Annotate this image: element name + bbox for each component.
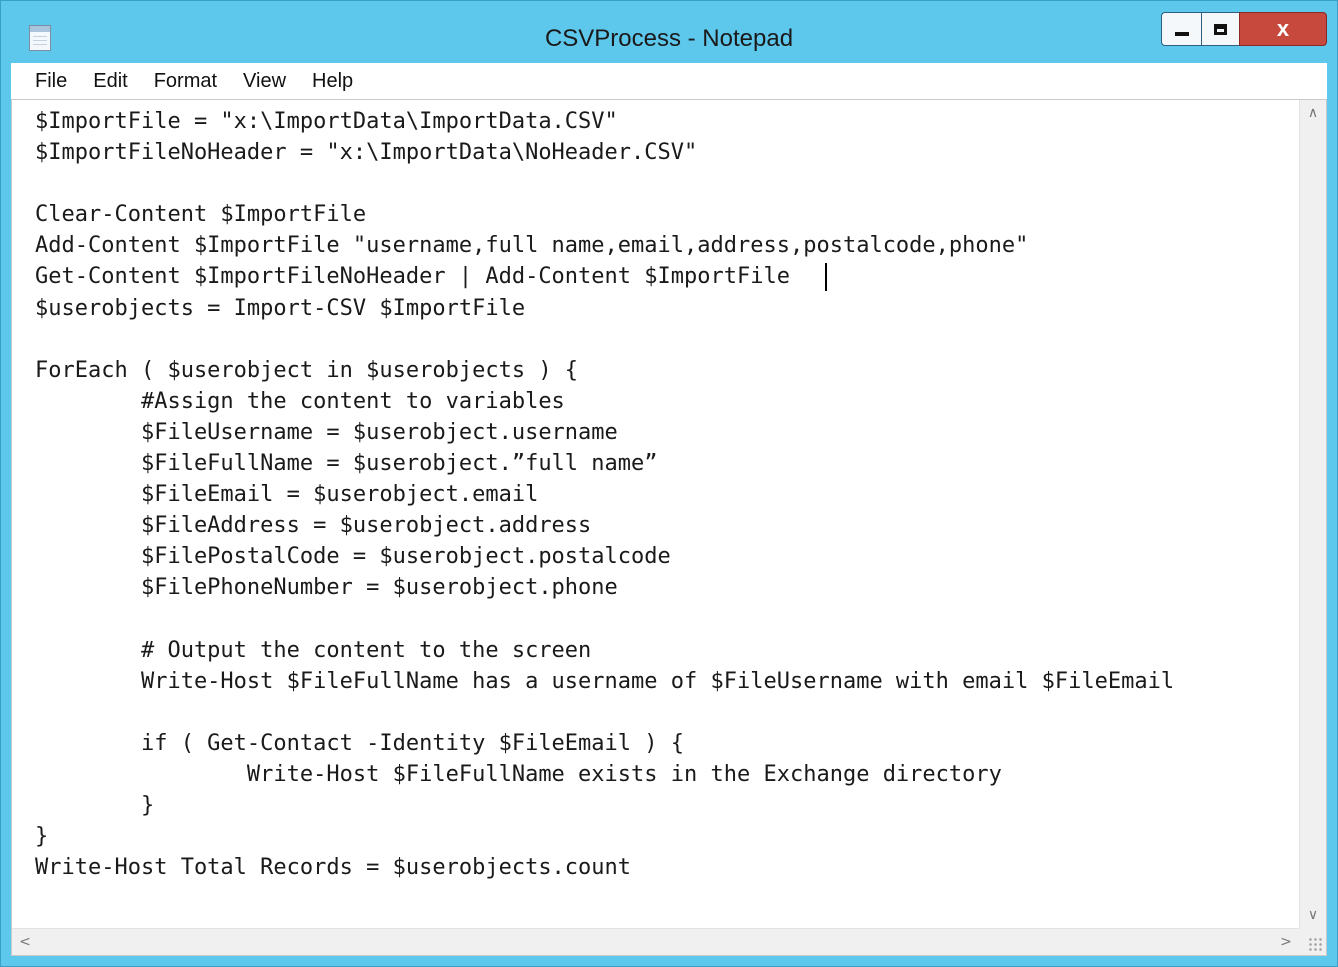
menu-help[interactable]: Help: [298, 70, 365, 93]
code-line: Clear-Content $ImportFile: [35, 202, 367, 228]
maximize-icon: [1214, 23, 1227, 35]
text-editor[interactable]: $ImportFile = "x:\ImportData\ImportData.…: [12, 100, 1299, 928]
window-title: CSVProcess - Notepad: [544, 25, 794, 52]
code-line: Write-Host $FileFullName has a username …: [35, 668, 1175, 694]
code-line: $ImportFile = "x:\ImportData\ImportData.…: [35, 109, 618, 134]
notepad-window: CSVProcess - Notepad x File Edit Format …: [0, 0, 1338, 967]
window-controls: x: [1161, 12, 1327, 46]
menu-view[interactable]: View: [229, 70, 298, 93]
scroll-down-icon[interactable]: ∨: [1300, 902, 1326, 928]
scroll-up-icon[interactable]: ∧: [1300, 100, 1326, 126]
maximize-button[interactable]: [1201, 12, 1239, 46]
code-line: $FileAddress = $userobject.address: [35, 513, 592, 539]
vertical-scrollbar[interactable]: ∧ ∨: [1299, 100, 1326, 928]
code-line: #Assign the content to variables: [35, 388, 565, 414]
code-line: if ( Get-Contact -Identity $FileEmail ) …: [35, 730, 685, 756]
code-line: $FileEmail = $userobject.email: [35, 482, 539, 508]
editor-area: $ImportFile = "x:\ImportData\ImportData.…: [11, 99, 1327, 956]
menu-bar: File Edit Format View Help: [11, 63, 1327, 99]
menu-edit[interactable]: Edit: [79, 70, 139, 93]
horizontal-scrollbar[interactable]: < >: [12, 928, 1299, 955]
code-line: }: [35, 824, 49, 850]
code-line: }: [35, 793, 155, 819]
code-line: Add-Content $ImportFile "username,full n…: [35, 233, 1029, 259]
resize-grip-icon[interactable]: [1299, 928, 1326, 955]
scroll-left-icon[interactable]: <: [12, 929, 38, 955]
close-button[interactable]: x: [1239, 12, 1327, 46]
code-line: $ImportFileNoHeader = "x:\ImportData\NoH…: [35, 140, 698, 166]
code-line: $FilePostalCode = $userobject.postalcode: [35, 544, 671, 570]
menu-file[interactable]: File: [21, 70, 79, 93]
code-line: $FilePhoneNumber = $userobject.phone: [35, 575, 618, 601]
menu-format[interactable]: Format: [140, 70, 229, 93]
editor-text[interactable]: $ImportFile = "x:\ImportData\ImportData.…: [12, 100, 1299, 883]
minimize-button[interactable]: [1161, 12, 1201, 46]
code-line: $userobjects = Import-CSV $ImportFile: [35, 295, 526, 321]
title-bar[interactable]: CSVProcess - Notepad x: [1, 1, 1337, 63]
scroll-right-icon[interactable]: >: [1273, 929, 1299, 955]
code-line: $FileFullName = $userobject.”full name”: [35, 451, 658, 477]
code-line: # Output the content to the screen: [35, 637, 592, 663]
code-line: Write-Host $FileFullName exists in the E…: [35, 761, 1002, 787]
code-line: ForEach ( $userobject in $userobjects ) …: [35, 357, 579, 383]
code-line: $FileUsername = $userobject.username: [35, 419, 618, 445]
minimize-icon: [1174, 32, 1189, 36]
text-caret: [825, 263, 827, 291]
close-icon: x: [1276, 16, 1290, 41]
code-line: Write-Host Total Records = $userobjects.…: [35, 855, 632, 881]
code-line: Get-Content $ImportFileNoHeader | Add-Co…: [35, 264, 790, 290]
